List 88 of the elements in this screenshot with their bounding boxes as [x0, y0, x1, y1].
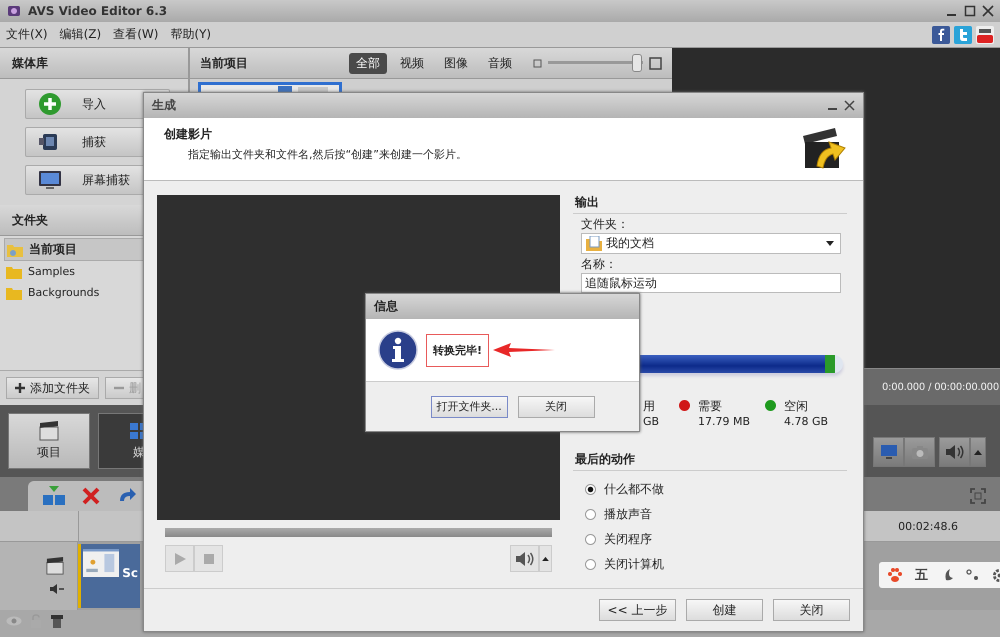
- volume-menu-button[interactable]: [539, 545, 552, 572]
- documents-folder-icon: [586, 236, 602, 251]
- twitter-icon[interactable]: [954, 26, 972, 44]
- clapperboard-icon: [38, 421, 60, 441]
- message-text: 转换完毕!: [426, 334, 490, 366]
- radio-label[interactable]: 关闭计算机: [604, 556, 664, 573]
- filter-tab[interactable]: 全部: [349, 52, 387, 74]
- large-thumbnail-icon[interactable]: [649, 56, 662, 70]
- panel-title: 文件夹: [12, 212, 48, 228]
- plus-icon: [15, 383, 25, 393]
- punctuation-icon[interactable]: [966, 568, 980, 582]
- message-button[interactable]: 关闭: [518, 396, 594, 418]
- window-title: AVS Video Editor 6.3: [28, 4, 168, 18]
- panel-title: 当前项目: [200, 54, 248, 72]
- slider-thumb[interactable]: [632, 54, 642, 72]
- info-icon: [378, 330, 418, 370]
- project-folder-icon: [7, 242, 23, 256]
- camera-icon: [910, 444, 928, 460]
- facebook-icon[interactable]: [932, 26, 950, 44]
- dropdown-arrow-icon: [826, 241, 834, 246]
- menu-item[interactable]: 文件(X): [6, 26, 48, 43]
- folder-item[interactable]: Backgrounds: [4, 282, 184, 303]
- monitor-icon: [880, 444, 898, 460]
- fullscreen-button[interactable]: [873, 437, 904, 467]
- legend-label: 需要: [698, 398, 723, 415]
- radio-label[interactable]: 什么都不做: [604, 481, 664, 498]
- dialog-description: 指定输出文件夹和文件名,然后按“创建”来创建一个影片。: [187, 147, 467, 162]
- panel-title: 媒体库: [12, 54, 48, 72]
- mode-button[interactable]: 项目: [8, 413, 90, 469]
- radio-label[interactable]: 播放声音: [604, 506, 652, 523]
- message-button[interactable]: 打开文件夹...: [430, 396, 508, 418]
- small-thumbnail-icon[interactable]: [533, 58, 542, 68]
- clip-title: Sc: [122, 566, 138, 580]
- menu-item[interactable]: 编辑(Z): [60, 26, 102, 43]
- ruler-time: 00:02:48.6: [898, 520, 958, 532]
- monitor-icon: [38, 168, 62, 192]
- dialog-button[interactable]: 关闭: [773, 599, 850, 621]
- section-title: 最后的动作: [575, 452, 635, 466]
- filter-tab[interactable]: 图像: [437, 52, 475, 74]
- maximize-icon[interactable]: [964, 5, 976, 17]
- play-icon: [174, 552, 186, 564]
- paw-icon[interactable]: [887, 567, 903, 583]
- speaker-icon: [514, 550, 534, 566]
- legend-label: 空闲: [784, 398, 809, 415]
- name-field[interactable]: 追随鼠标运动: [581, 273, 841, 293]
- field-label: 文件夹：: [580, 216, 630, 233]
- snapshot-button[interactable]: [904, 437, 935, 467]
- volume-button[interactable]: [510, 545, 539, 572]
- caret-icon: [542, 556, 549, 561]
- split-icon[interactable]: [42, 486, 66, 506]
- message-title: 信息: [374, 298, 398, 315]
- volume-button[interactable]: [939, 437, 970, 467]
- folder-icon: [6, 264, 22, 278]
- field-label: 名称：: [580, 256, 618, 273]
- folder-dropdown[interactable]: 我的文档: [581, 233, 841, 254]
- radio-label[interactable]: 关闭程序: [604, 531, 652, 548]
- legend-value: 17.79 MB: [698, 415, 750, 428]
- speaker-icon: [944, 444, 964, 460]
- fit-icon[interactable]: [970, 488, 986, 504]
- input-mode[interactable]: 五: [915, 566, 928, 584]
- close-icon[interactable]: [982, 5, 994, 17]
- radio-button[interactable]: [585, 509, 596, 520]
- filter-tab[interactable]: 音频: [481, 52, 519, 74]
- add-folder-button[interactable]: 添加文件夹: [6, 377, 99, 399]
- close-icon[interactable]: [844, 100, 855, 111]
- menu-item[interactable]: 查看(W): [113, 26, 158, 43]
- menu-item[interactable]: 帮助(Y): [170, 26, 212, 43]
- legend-value: 4.78 GB: [784, 415, 828, 428]
- dialog-button[interactable]: 创建: [686, 599, 763, 621]
- folder-item[interactable]: Samples: [4, 261, 184, 282]
- video-clip[interactable]: Sc: [78, 544, 140, 608]
- radio-button[interactable]: [585, 484, 596, 495]
- filter-tab[interactable]: 视频: [393, 52, 431, 74]
- stop-icon: [204, 554, 214, 564]
- clapperboard-icon: [45, 557, 65, 575]
- legend-value: GB: [643, 415, 660, 428]
- delete-icon[interactable]: [82, 487, 100, 505]
- folder-icon: [6, 286, 22, 300]
- speaker-icon: [49, 583, 65, 595]
- radio-button[interactable]: [585, 559, 596, 570]
- plus-icon: [38, 92, 62, 116]
- dialog-button[interactable]: << 上一步: [599, 599, 676, 621]
- volume-menu-button[interactable]: [970, 437, 986, 467]
- section-title: 输出: [575, 195, 599, 209]
- caret-icon: [974, 449, 982, 455]
- legend-label: 用: [643, 398, 656, 415]
- radio-button[interactable]: [585, 534, 596, 545]
- playback-time: 0:00.000 / 00:00:00.000: [882, 382, 999, 392]
